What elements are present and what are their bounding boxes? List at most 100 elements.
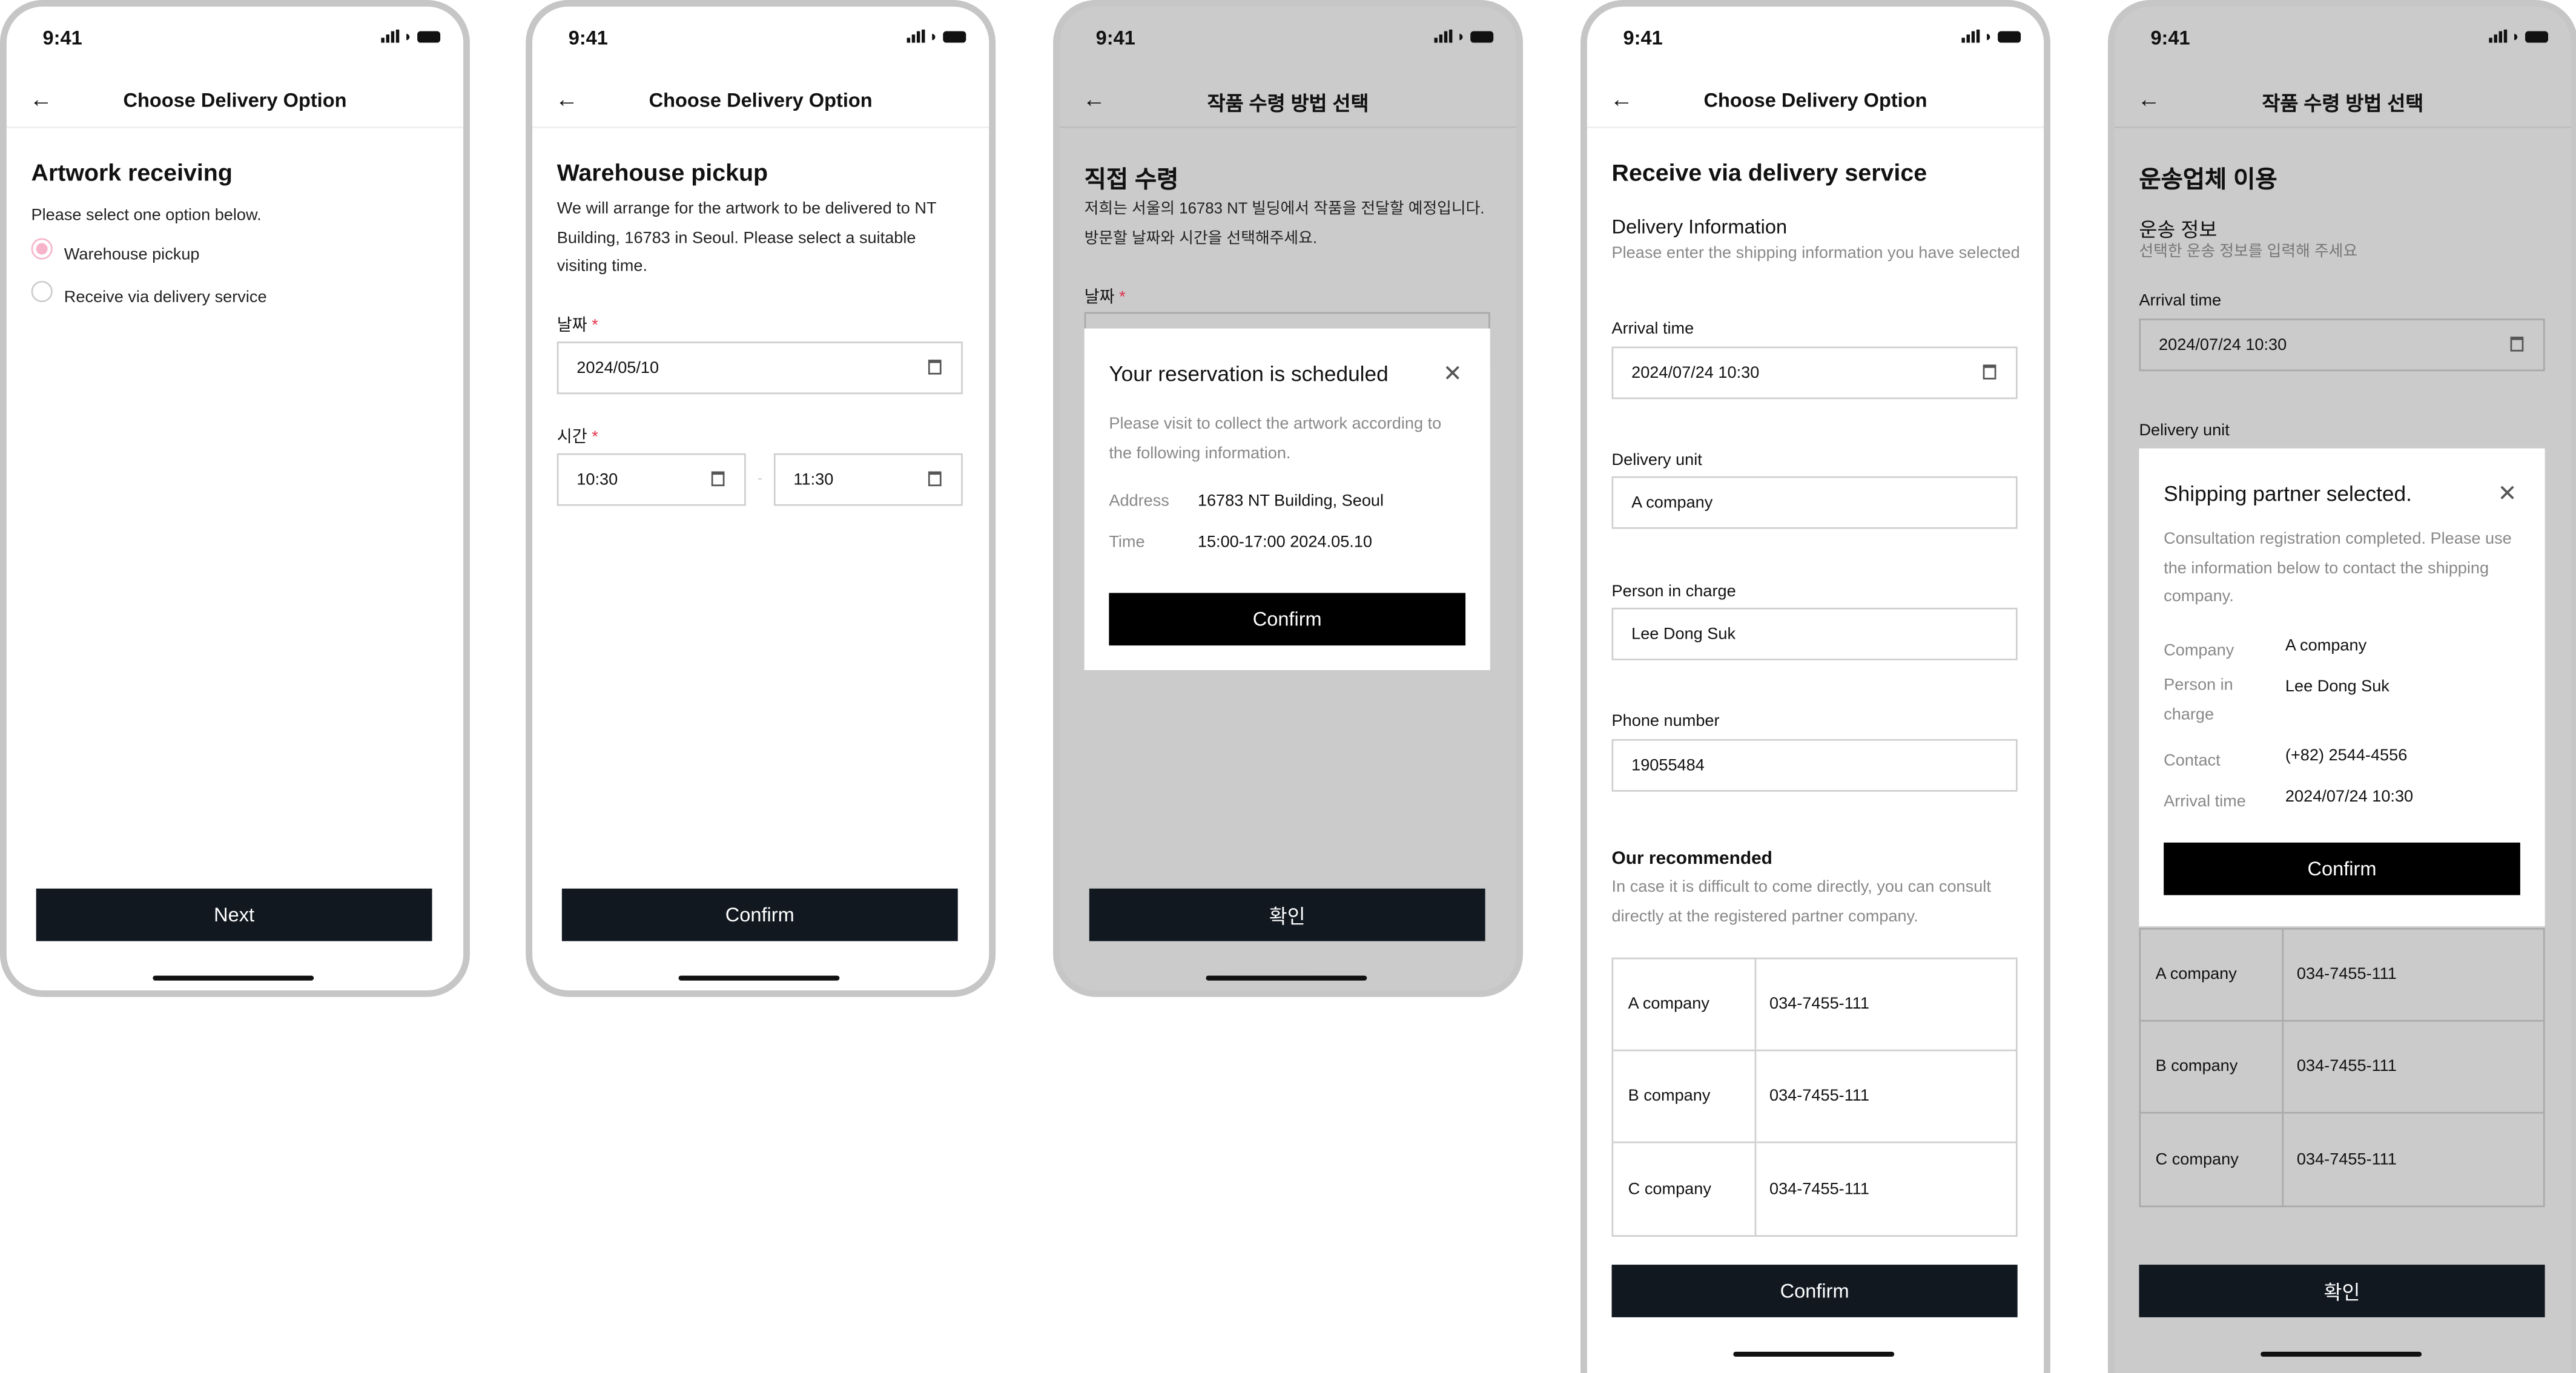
table-row[interactable]: B company 034-7455-111 [2141,1021,2543,1114]
header-divider [2114,126,2572,128]
status-time: 9:41 [42,26,82,50]
table-row[interactable]: A company 034-7455-111 [1613,959,2016,1052]
date-value: 2024/05/10 [576,358,659,377]
radio-delivery-service[interactable] [31,280,53,303]
table-row[interactable]: B company 034-7455-111 [1613,1051,2016,1144]
confirm-button[interactable]: Confirm [561,888,958,941]
home-indicator [153,975,314,981]
modal-confirm-button[interactable]: Confirm [2164,842,2520,895]
battery-icon [943,30,966,42]
modal-title: Shipping partner selected. [2164,481,2412,506]
required-mark: * [592,429,598,447]
partner-phone: 034-7455-111 [2296,1058,2397,1076]
page-title: Warehouse pickup [556,160,768,188]
recommended-title: Our recommended [1611,849,1772,869]
calendar-icon[interactable] [1983,364,1996,380]
home-indicator [1733,1351,1895,1357]
field-label: Arrival time [1611,320,1694,338]
field-label: Person in charge [1611,583,1736,601]
home-indicator [1206,975,1367,981]
subtitle: Please select one option below. [31,206,262,225]
wifi-icon: ◗ [1984,28,1993,45]
field-value: Lee Dong Suk [1631,625,1736,644]
partner-name: A company [2141,929,2284,1020]
partner-table: A company 034-7455-111 B company 034-7455-… [1611,957,2018,1237]
date-label-text: 날짜 [556,317,587,335]
status-icons: ◗ [2488,28,2549,44]
info-value: Lee Dong Suk [2285,678,2389,697]
partner-table: A company 034-7455-111 B company 034-7455-… [2139,927,2545,1208]
next-button[interactable]: Next [36,888,432,941]
wifi-icon: ◗ [1456,28,1466,45]
time-to-input[interactable]: 11:30 [773,453,963,506]
calendar-icon[interactable] [928,360,942,375]
status-time: 9:41 [2150,26,2190,50]
signal-icon [2488,29,2507,43]
info-value: 2024/07/24 10:30 [2285,788,2414,807]
modal-confirm-button[interactable]: Confirm [1109,593,1466,646]
calendar-icon[interactable] [928,471,942,487]
delivery-unit-input[interactable]: A company [1611,476,2018,529]
partner-name: B company [1613,1051,1757,1142]
arrival-time-input[interactable]: 2024/07/24 10:30 [1611,346,2018,400]
partner-name: C company [1613,1143,1757,1236]
info-value: 16783 NT Building, Seoul [1197,492,1384,511]
radio-warehouse-pickup[interactable] [31,238,53,260]
battery-icon [1998,30,2021,42]
time-label: 시간 * [557,422,598,447]
info-row-company: Company A company [2164,637,2366,666]
status-icons: ◗ [1433,28,1494,45]
close-icon[interactable]: ✕ [2498,479,2517,507]
screen-direct-pickup-modal: 9:41 ◗ ← 작품 수령 방법 선택 직접 수령 저희는 서울의 16783… [1053,0,1524,997]
calendar-icon[interactable] [2510,337,2524,352]
partner-phone: 034-7455-111 [2296,966,2397,984]
recommended-description: In case it is difficult to come directly… [1611,878,1991,926]
info-row-contact: Contact (+82) 2544-4556 [2164,747,2407,775]
date-label-text: 날짜 [1084,289,1115,308]
header-title: 작품 수령 방법 선택 [2262,91,2424,115]
screen-warehouse-pickup: 9:41 ◗ ← Choose Delivery Option Warehous… [526,0,996,997]
status-icons: ◗ [906,28,966,44]
field-value: 2024/07/24 10:30 [1631,363,1760,382]
status-time: 9:41 [568,26,608,50]
date-label: 날짜 * [557,311,598,335]
confirm-button[interactable]: 확인 [1089,888,1485,941]
page-title: 직접 수령 [1084,167,1179,194]
info-value: (+82) 2544-4556 [2285,747,2408,766]
field-label: Phone number [1611,713,1720,731]
arrival-label: Arrival time [2139,292,2222,311]
header-divider [532,126,989,128]
delivery-unit-label: Delivery unit [2139,422,2230,441]
modal-description: Please visit to collect the artwork acco… [1109,415,1442,463]
info-value: A company [2285,637,2367,656]
battery-icon [1470,30,1494,42]
close-icon[interactable]: ✕ [1443,360,1462,387]
option-label[interactable]: Receive via delivery service [64,284,444,312]
table-row[interactable]: C company 034-7455-111 [1613,1143,2016,1236]
phone-number-input[interactable]: 19055484 [1611,739,2018,792]
header-divider [1587,126,2044,128]
reservation-modal: Your reservation is scheduled ✕ Please v… [1084,328,1490,670]
confirm-button[interactable]: Confirm [1611,1265,2018,1317]
wifi-icon: ◗ [929,28,939,45]
time-label-text: 시간 [556,429,587,447]
status-time: 9:41 [1623,26,1663,50]
partner-phone: 034-7455-111 [2296,1150,2397,1169]
required-mark: * [592,317,598,335]
table-row[interactable]: C company 034-7455-111 [2141,1113,2543,1206]
confirm-button[interactable]: 확인 [2139,1265,2545,1317]
field-value: 2024/07/24 10:30 [2159,335,2287,354]
section-description: Please enter the shipping information yo… [1611,245,2020,263]
arrival-time-input[interactable]: 2024/07/24 10:30 [2139,318,2545,372]
page-title: 운송업체 이용 [2139,167,2277,194]
calendar-icon[interactable] [711,471,725,487]
info-key: Company [2164,642,2234,660]
date-input[interactable]: 2024/05/10 [556,341,963,395]
header-title: Choose Delivery Option [123,88,347,112]
field-value: 19055484 [1631,756,1705,775]
option-label[interactable]: Warehouse pickup [64,242,444,270]
person-in-charge-input[interactable]: Lee Dong Suk [1611,607,2018,660]
table-row[interactable]: A company 034-7455-111 [2141,929,2543,1022]
time-from-input[interactable]: 10:30 [556,453,746,506]
signal-icon [1433,29,1452,43]
